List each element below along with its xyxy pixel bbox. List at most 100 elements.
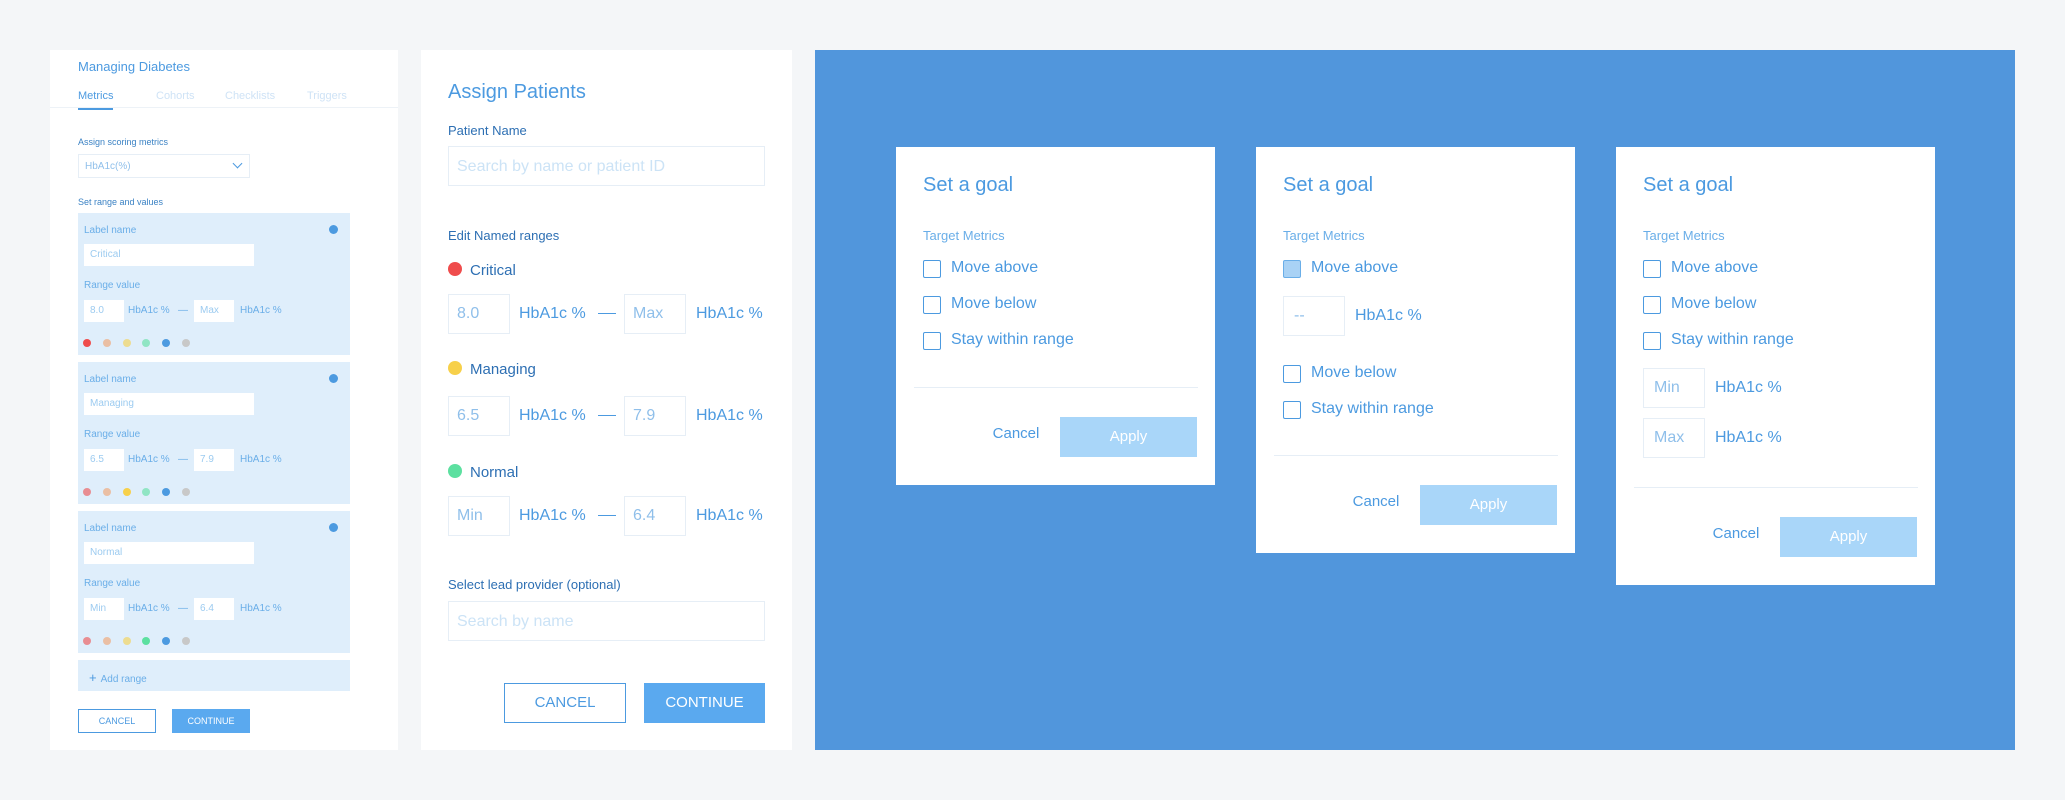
label-name-input[interactable]: Critical — [84, 244, 254, 266]
checkbox[interactable] — [1283, 401, 1301, 419]
dialog-title: Set a goal — [1283, 174, 1374, 196]
color-swatch-red[interactable] — [83, 488, 91, 496]
range-max-input[interactable]: Max — [194, 300, 234, 322]
range-max-input[interactable]: Max — [624, 294, 686, 334]
range-min-input[interactable]: Min — [84, 598, 124, 620]
info-icon[interactable] — [329, 225, 338, 234]
target-metrics-label: Target Metrics — [1283, 228, 1365, 243]
color-swatch-green[interactable] — [142, 637, 150, 645]
range-dash — [598, 313, 616, 314]
range-dash: — — [178, 603, 188, 614]
color-swatch-green[interactable] — [142, 488, 150, 496]
color-swatch-blue[interactable] — [162, 637, 170, 645]
set-goal-dialog: Set a goal Target Metrics Move above Mov… — [896, 147, 1215, 485]
cancel-button[interactable]: Cancel — [1696, 525, 1776, 542]
label-name-input[interactable]: Normal — [84, 542, 254, 564]
patient-search-input[interactable]: Search by name or patient ID — [448, 146, 765, 186]
unit-label: HbA1c % — [240, 305, 282, 316]
color-swatch-orange[interactable] — [103, 637, 111, 645]
goal-value-input[interactable]: -- — [1283, 296, 1345, 336]
range-max-input[interactable]: 6.4 — [624, 496, 686, 536]
checkbox[interactable] — [923, 296, 941, 314]
info-icon[interactable] — [329, 523, 338, 532]
info-icon[interactable] — [329, 374, 338, 383]
tab-cohorts[interactable]: Cohorts — [156, 90, 195, 102]
range-card-managing: Label name Managing Range value 6.5 HbA1… — [78, 362, 350, 504]
color-swatch-red[interactable] — [83, 637, 91, 645]
color-swatch-orange[interactable] — [103, 339, 111, 347]
range-max-input[interactable]: 7.9 — [194, 449, 234, 471]
divider — [914, 387, 1198, 388]
cancel-button[interactable]: Cancel — [1336, 493, 1416, 510]
checkbox[interactable] — [1643, 296, 1661, 314]
checkbox[interactable] — [923, 260, 941, 278]
add-range-button[interactable]: + Add range — [78, 660, 350, 691]
range-min-input[interactable]: Min — [448, 496, 510, 536]
range-dash — [598, 515, 616, 516]
apply-button[interactable]: Apply — [1060, 417, 1197, 457]
metric-select-value: HbA1c(%) — [85, 161, 131, 172]
range-color-dot — [448, 262, 462, 276]
provider-search-input[interactable]: Search by name — [448, 601, 765, 641]
color-swatch-blue[interactable] — [162, 488, 170, 496]
color-swatch-yellow[interactable] — [123, 488, 131, 496]
range-name-normal: Normal — [470, 464, 519, 481]
range-card-critical: Label name Critical Range value 8.0 HbA1… — [78, 213, 350, 355]
metrics-panel: Managing Diabetes Metrics Cohorts Checkl… — [50, 50, 398, 750]
lead-provider-label: Select lead provider (optional) — [448, 577, 621, 592]
dialog-title: Set a goal — [923, 174, 1014, 196]
checkbox[interactable] — [1643, 332, 1661, 350]
unit-label: HbA1c % — [696, 407, 763, 424]
color-swatch-yellow[interactable] — [123, 339, 131, 347]
checkbox[interactable] — [923, 332, 941, 350]
goal-min-input[interactable]: Min — [1643, 368, 1705, 408]
color-swatch-gray[interactable] — [182, 339, 190, 347]
option-label: Move below — [1311, 364, 1397, 381]
checkbox-checked[interactable] — [1283, 260, 1301, 278]
unit-label: HbA1c % — [240, 603, 282, 614]
plus-icon: + — [89, 670, 97, 685]
tab-bar: Metrics Cohorts Checklists Triggers — [50, 90, 398, 110]
unit-label: HbA1c % — [519, 507, 586, 524]
tab-metrics[interactable]: Metrics — [78, 90, 114, 110]
continue-button[interactable]: CONTINUE — [644, 683, 765, 723]
range-min-input[interactable]: 6.5 — [84, 449, 124, 471]
goal-max-input[interactable]: Max — [1643, 418, 1705, 458]
label-name-caption: Label name — [84, 225, 137, 236]
color-swatch-gray[interactable] — [182, 488, 190, 496]
tab-triggers[interactable]: Triggers — [307, 90, 347, 102]
color-swatch-green[interactable] — [142, 339, 150, 347]
color-swatch-blue[interactable] — [162, 339, 170, 347]
divider — [1634, 487, 1918, 488]
cancel-button[interactable]: CANCEL — [78, 709, 156, 733]
range-name-critical: Critical — [470, 262, 516, 279]
option-label: Move above — [1671, 259, 1759, 276]
range-min-input[interactable]: 6.5 — [448, 396, 510, 436]
label-name-input[interactable]: Managing — [84, 393, 254, 415]
metric-select[interactable]: HbA1c(%) — [78, 154, 250, 178]
color-swatch-gray[interactable] — [182, 637, 190, 645]
unit-label: HbA1c % — [696, 305, 763, 322]
range-min-input[interactable]: 8.0 — [448, 294, 510, 334]
unit-label: HbA1c % — [240, 454, 282, 465]
checkbox[interactable] — [1283, 365, 1301, 383]
range-max-input[interactable]: 7.9 — [624, 396, 686, 436]
cancel-button[interactable]: CANCEL — [504, 683, 626, 723]
continue-button[interactable]: CONTINUE — [172, 709, 250, 733]
range-min-input[interactable]: 8.0 — [84, 300, 124, 322]
named-ranges-label: Edit Named ranges — [448, 228, 560, 243]
option-label: Move below — [951, 295, 1037, 312]
checkbox[interactable] — [1643, 260, 1661, 278]
unit-label: HbA1c % — [128, 305, 170, 316]
tab-checklists[interactable]: Checklists — [225, 90, 275, 102]
apply-button[interactable]: Apply — [1420, 485, 1557, 525]
color-swatch-yellow[interactable] — [123, 637, 131, 645]
range-max-input[interactable]: 6.4 — [194, 598, 234, 620]
cancel-button[interactable]: Cancel — [976, 425, 1056, 442]
label-name-caption: Label name — [84, 523, 137, 534]
range-dash — [598, 415, 616, 416]
apply-button[interactable]: Apply — [1780, 517, 1917, 557]
unit-label: HbA1c % — [1715, 429, 1782, 446]
color-swatch-orange[interactable] — [103, 488, 111, 496]
color-swatch-red[interactable] — [83, 339, 91, 347]
